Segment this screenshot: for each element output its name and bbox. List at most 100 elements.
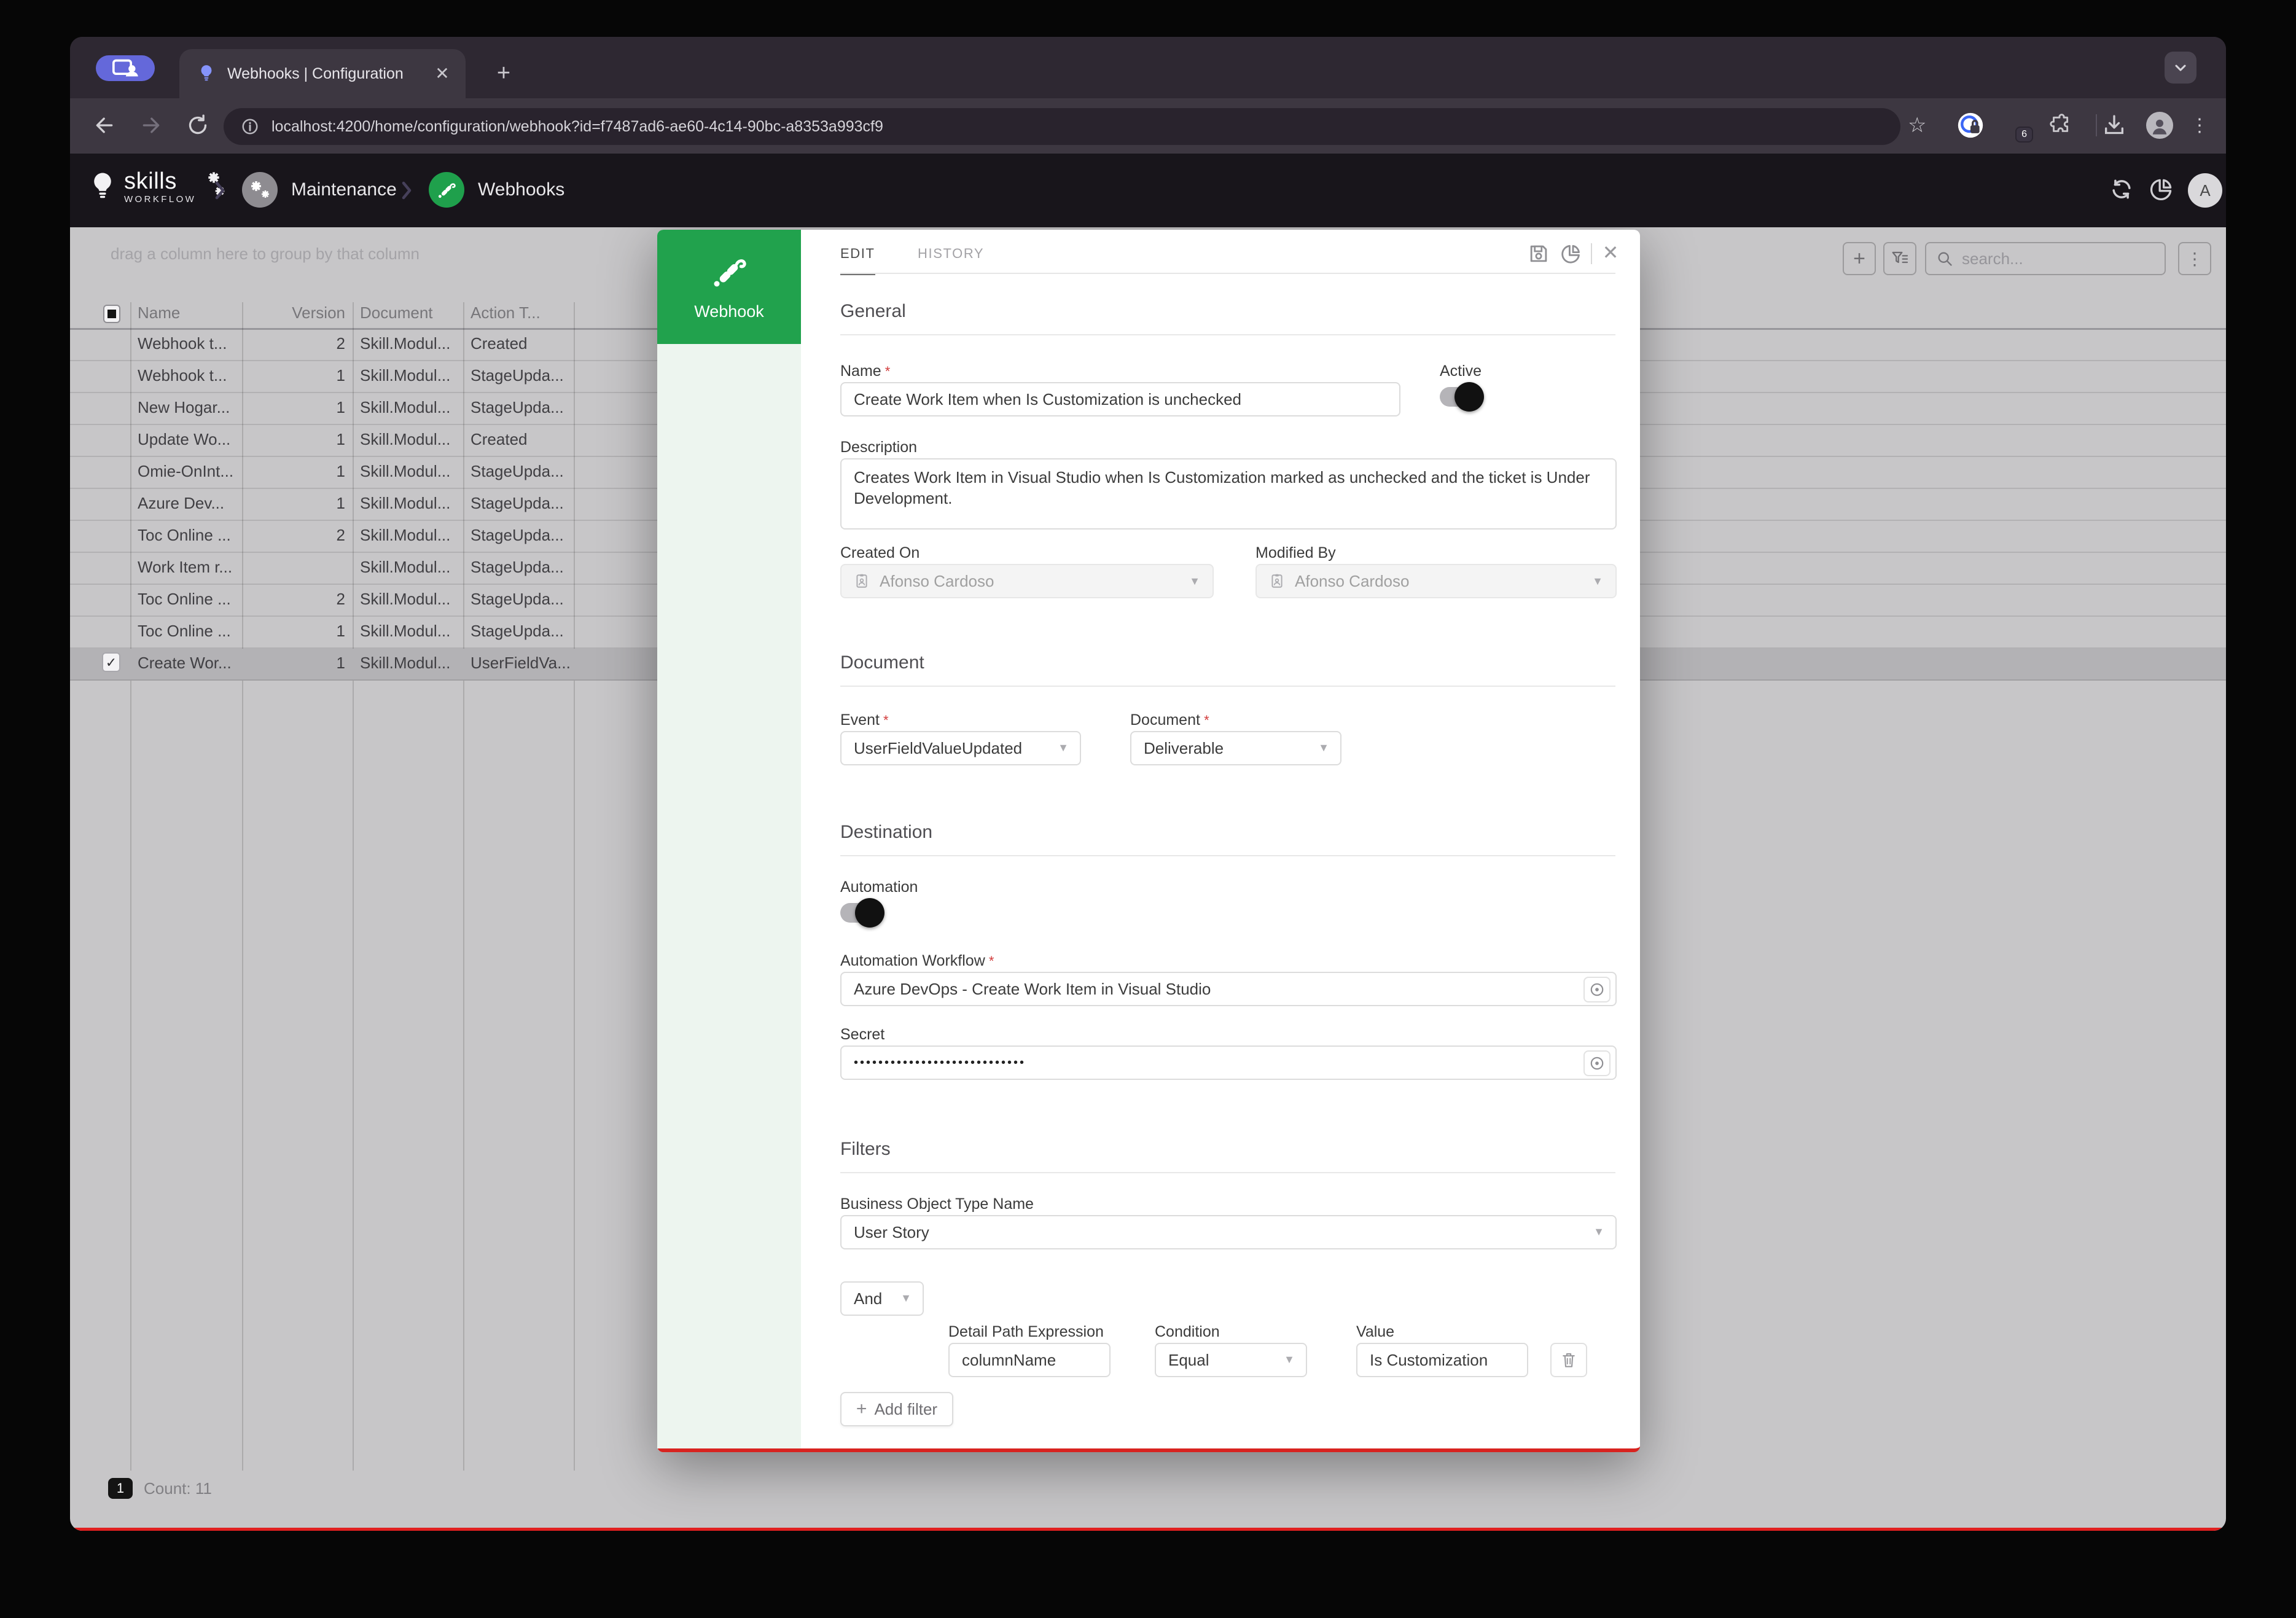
pie-chart-icon[interactable] <box>2147 176 2174 203</box>
section-document: Document <box>840 652 924 673</box>
tab-title: Webhooks | Configuration <box>227 65 431 83</box>
condition-label: Condition <box>1155 1323 1220 1341</box>
user-avatar[interactable]: A <box>2188 173 2222 208</box>
grid-menu-button[interactable]: ⋮ <box>2178 242 2211 275</box>
add-filter-button[interactable]: + Add filter <box>840 1392 953 1426</box>
reload-button[interactable] <box>185 113 210 138</box>
modified-by-value: Afonso Cardoso <box>1295 572 1409 591</box>
close-icon[interactable]: ✕ <box>1599 241 1622 264</box>
browser-profile-avatar[interactable] <box>2146 111 2173 140</box>
description-field[interactable]: Creates Work Item in Visual Studio when … <box>840 458 1617 530</box>
extension-badge-button[interactable]: 6 <box>2001 111 2026 140</box>
cell-document: Skill.Modul... <box>360 334 461 353</box>
automation-toggle[interactable] <box>840 902 884 924</box>
breadcrumb-chevron-icon <box>399 179 414 201</box>
preview-eye-button[interactable] <box>1583 977 1611 1002</box>
operator-select[interactable]: And ▼ <box>840 1281 924 1316</box>
lightbulb-logo-icon <box>90 171 115 203</box>
secret-field[interactable]: •••••••••••••••••••••••••••• <box>840 1045 1617 1080</box>
search-input[interactable] <box>1962 249 2134 268</box>
cell-action-type: Created <box>471 334 571 353</box>
cell-action-type: StageUpda... <box>471 462 571 481</box>
new-tab-button[interactable]: + <box>488 58 520 90</box>
save-icon[interactable] <box>1527 242 1550 265</box>
cell-version: 2 <box>242 334 345 353</box>
filter-button[interactable] <box>1883 242 1916 275</box>
url-bar[interactable]: localhost:4200/home/configuration/webhoo… <box>224 108 1900 145</box>
downloads-button[interactable] <box>2102 111 2126 140</box>
cell-action-type: StageUpda... <box>471 494 571 513</box>
cell-version: 2 <box>242 590 345 609</box>
pie-chart-icon[interactable] <box>1559 242 1582 265</box>
name-field[interactable]: Create Work Item when Is Customization i… <box>840 382 1400 416</box>
search-icon <box>1936 250 1953 267</box>
column-header-document[interactable]: Document <box>360 303 433 322</box>
forward-button[interactable] <box>139 113 163 138</box>
automation-workflow-value: Azure DevOps - Create Work Item in Visua… <box>854 980 1211 999</box>
screen: Webhooks | Configuration ✕ + localhost:4… <box>0 0 2296 1618</box>
app-logo[interactable]: skills WORKFLOW <box>90 168 228 205</box>
value-field[interactable]: Is Customization <box>1356 1343 1528 1377</box>
chevron-down-icon: ▼ <box>1592 575 1603 588</box>
tab-history[interactable]: HISTORY <box>918 246 984 262</box>
event-value: UserFieldValueUpdated <box>854 739 1022 758</box>
group-by-hint: drag a column here to group by that colu… <box>111 244 420 264</box>
refresh-icon[interactable] <box>2108 176 2135 203</box>
column-header-version[interactable]: Version <box>242 303 345 322</box>
cell-name: Toc Online ... <box>138 526 240 545</box>
tab-close-icon[interactable]: ✕ <box>431 63 453 85</box>
tab-edit[interactable]: EDIT <box>840 246 875 275</box>
chevron-down-icon: ▼ <box>1318 741 1329 754</box>
name-label: Name <box>840 362 890 380</box>
breadcrumb-chevron-icon <box>213 179 227 201</box>
lock-icon <box>1957 112 1984 139</box>
add-webhook-button[interactable]: + <box>1843 242 1876 275</box>
brand-sub: WORKFLOW <box>124 194 196 205</box>
tab-search-button[interactable] <box>2165 52 2196 84</box>
cell-name: New Hogar... <box>138 398 240 417</box>
delete-filter-button[interactable] <box>1550 1343 1587 1377</box>
funnel-icon <box>1890 249 1910 268</box>
puzzle-icon <box>2048 114 2071 137</box>
detail-path-expression-label: Detail Path Expression <box>948 1323 1104 1341</box>
password-extension-button[interactable] <box>1957 111 1984 140</box>
column-header-name[interactable]: Name <box>138 303 180 322</box>
tabs-divider <box>840 273 1615 274</box>
business-object-type-select[interactable]: User Story ▼ <box>840 1215 1617 1249</box>
breadcrumb-maintenance[interactable]: Maintenance <box>242 172 397 208</box>
star-icon: ☆ <box>1908 113 1926 138</box>
column-header-action-type[interactable]: Action T... <box>471 303 541 322</box>
webhook-type-label: Webhook <box>694 302 764 321</box>
detail-path-expression-field[interactable]: columnName <box>948 1343 1111 1377</box>
active-toggle[interactable] <box>1440 386 1484 408</box>
document-select[interactable]: Deliverable ▼ <box>1130 731 1341 765</box>
cell-action-type: StageUpda... <box>471 526 571 545</box>
document-value: Deliverable <box>1144 739 1224 758</box>
bookmark-star-button[interactable]: ☆ <box>1908 111 1926 140</box>
cell-action-type: StageUpda... <box>471 622 571 641</box>
browser-profile-pill[interactable] <box>96 55 155 81</box>
add-filter-label: Add filter <box>874 1400 937 1419</box>
back-button[interactable] <box>92 113 117 138</box>
cell-name: Toc Online ... <box>138 622 240 641</box>
url-text: localhost:4200/home/configuration/webhoo… <box>271 118 883 136</box>
browser-tab-active[interactable]: Webhooks | Configuration ✕ <box>179 49 466 98</box>
cell-document: Skill.Modul... <box>360 494 461 513</box>
cell-action-type: Created <box>471 430 571 449</box>
event-label: Event <box>840 711 889 729</box>
condition-select[interactable]: Equal ▼ <box>1155 1343 1307 1377</box>
extensions-menu-button[interactable] <box>2048 111 2071 140</box>
section-divider <box>840 334 1615 335</box>
panel-body: EDIT HISTORY ✕ General Name Create Work … <box>801 230 1640 1448</box>
automation-workflow-field[interactable]: Azure DevOps - Create Work Item in Visua… <box>840 972 1617 1006</box>
row-checkbox[interactable]: ✓ <box>102 652 120 672</box>
search-box[interactable] <box>1925 242 2166 275</box>
site-info-icon[interactable] <box>241 117 259 136</box>
webhook-icon <box>429 172 464 208</box>
event-select[interactable]: UserFieldValueUpdated ▼ <box>840 731 1081 765</box>
breadcrumb-webhooks[interactable]: Webhooks <box>429 172 564 208</box>
cell-name: Azure Dev... <box>138 494 240 513</box>
browser-menu-button[interactable]: ⋮ <box>2190 111 2209 140</box>
page-badge[interactable]: 1 <box>108 1478 133 1499</box>
reveal-secret-button[interactable] <box>1583 1050 1611 1076</box>
